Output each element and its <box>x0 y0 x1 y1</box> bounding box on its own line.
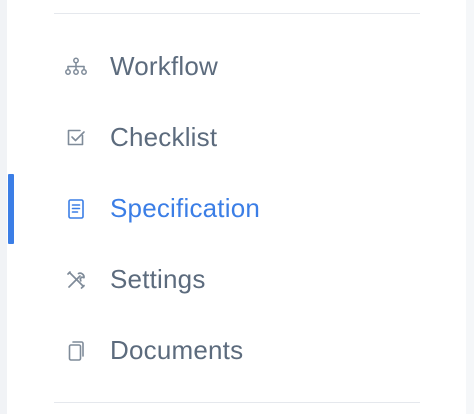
sidebar-panel: Workflow Checklist Specification Setting… <box>0 0 474 414</box>
sidebar-nav: Workflow Checklist Specification Setting… <box>0 31 466 386</box>
sidebar-item-label: Checklist <box>110 121 218 152</box>
sidebar-item-label: Specification <box>110 192 261 223</box>
checklist-icon <box>62 124 90 152</box>
top-divider <box>54 13 420 14</box>
sidebar-item-label: Documents <box>110 334 244 365</box>
sidebar-item-label: Settings <box>110 263 206 294</box>
workflow-icon <box>62 53 90 81</box>
sidebar-item-label: Workflow <box>110 50 219 81</box>
sidebar-item-workflow[interactable]: Workflow <box>0 31 466 102</box>
sidebar-item-specification[interactable]: Specification <box>0 173 466 244</box>
specification-icon <box>62 195 90 223</box>
bottom-divider <box>54 402 420 403</box>
documents-icon <box>62 337 90 365</box>
sidebar-item-documents[interactable]: Documents <box>0 315 466 386</box>
sidebar-item-checklist[interactable]: Checklist <box>0 102 466 173</box>
sidebar-item-settings[interactable]: Settings <box>0 244 466 315</box>
active-indicator <box>8 173 14 244</box>
right-rail <box>466 0 474 414</box>
settings-icon <box>62 266 90 294</box>
